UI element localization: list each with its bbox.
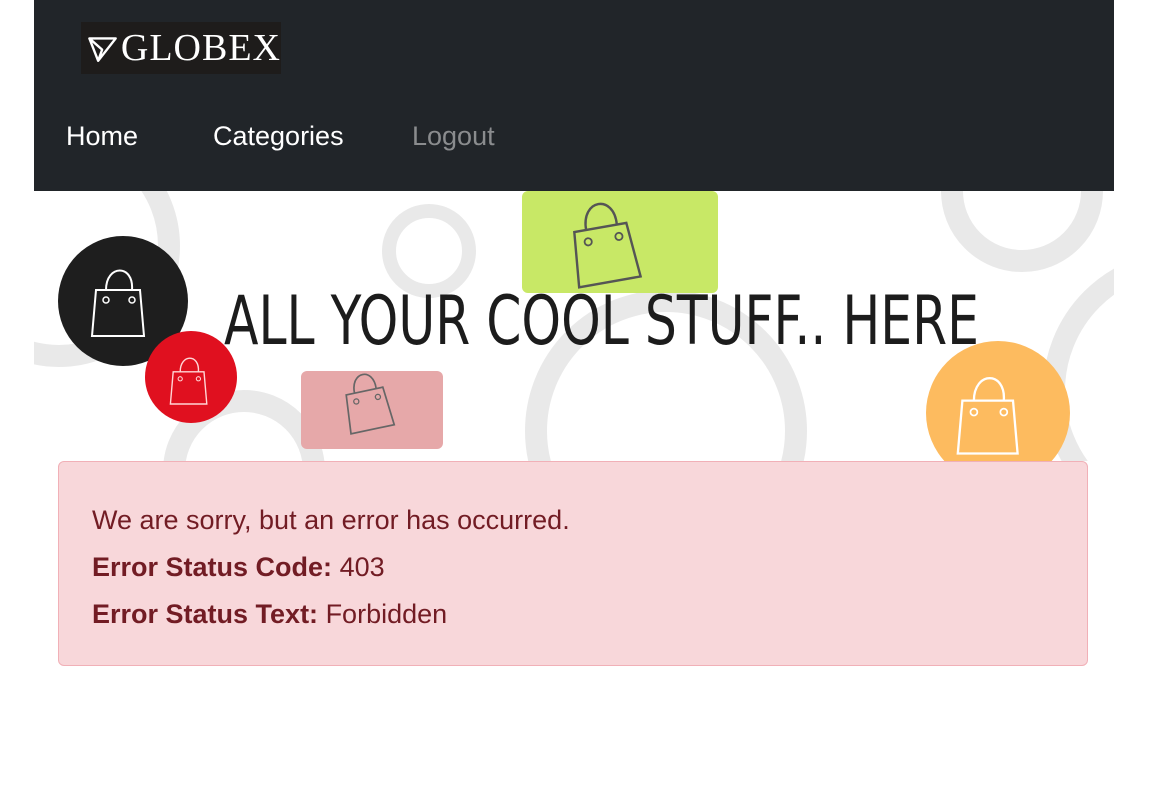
nav-home[interactable]: Home: [66, 120, 138, 152]
decor-pink-square: [301, 369, 443, 449]
brand-logo[interactable]: GLOBEX: [81, 22, 281, 74]
error-status-text-label: Error Status Text:: [92, 599, 319, 629]
error-status-code: Error Status Code: 403: [92, 551, 385, 583]
decor-green-square: [522, 191, 718, 293]
hero-illustration: ALL YOUR COOL STUFF.. HERE: [34, 191, 1114, 461]
nav-categories[interactable]: Categories: [213, 120, 344, 152]
nav-logout[interactable]: Logout: [412, 120, 495, 152]
error-status-code-value: 403: [339, 552, 385, 582]
hero-headline: ALL YOUR COOL STUFF.. HERE: [224, 282, 979, 361]
paper-plane-icon: [88, 37, 117, 62]
error-status-code-label: Error Status Code:: [92, 552, 333, 582]
error-status-text: Error Status Text: Forbidden: [92, 598, 447, 630]
brand-name: GLOBEX: [120, 27, 281, 69]
error-message: We are sorry, but an error has occurred.: [92, 505, 570, 535]
error-status-text-value: Forbidden: [325, 599, 448, 629]
navbar: GLOBEX Home Categories Logout: [34, 0, 1114, 191]
error-alert: We are sorry, but an error has occurred.…: [58, 461, 1088, 666]
hero-banner: ALL YOUR COOL STUFF.. HERE: [34, 191, 1114, 461]
